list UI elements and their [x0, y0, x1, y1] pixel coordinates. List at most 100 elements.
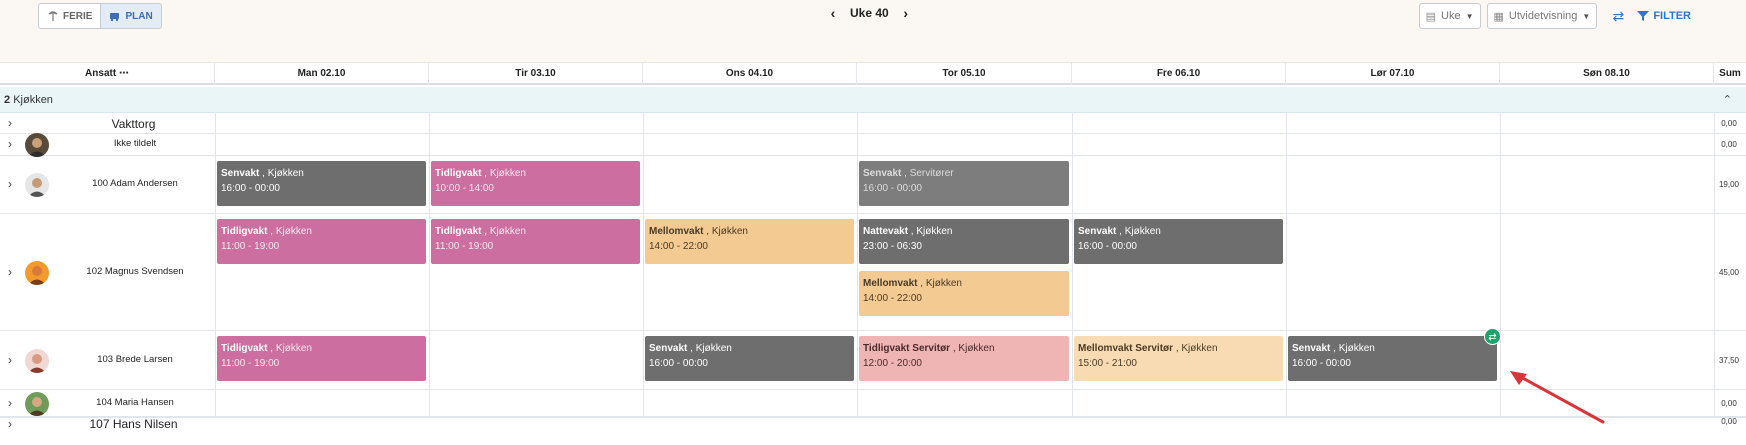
shift-title: Senvakt	[649, 343, 688, 354]
shift-time: 15:00 - 21:00	[1078, 358, 1137, 369]
shift-card[interactable]: Mellomvakt , Kjøkken 14:00 - 22:00	[859, 271, 1069, 316]
shift-time: 23:00 - 06:30	[863, 241, 922, 252]
chevron-down-icon: ▼	[1582, 11, 1591, 21]
avatar	[25, 173, 49, 197]
expand-chevron-icon[interactable]: ›	[8, 177, 12, 191]
shift-time: 12:00 - 20:00	[863, 358, 922, 369]
swap-icon[interactable]: ⇄	[1484, 328, 1501, 345]
shift-title-line: Mellomvakt Servitør , Kjøkken	[1078, 343, 1218, 354]
week-navigator: ‹ Uke 40 ›	[826, 5, 913, 21]
employee-name[interactable]: 107 Hans Nilsen	[36, 417, 231, 431]
shift-location: Kjøkken	[958, 343, 995, 354]
chevron-left-icon[interactable]: ‹	[826, 5, 840, 21]
shift-time: 14:00 - 22:00	[863, 293, 922, 304]
shift-location: Kjøkken	[1338, 343, 1375, 354]
row-sum: 0,00	[1721, 119, 1737, 128]
expand-chevron-icon[interactable]: ›	[8, 116, 12, 130]
shift-card[interactable]: Nattevakt , Kjøkken 23:00 - 06:30	[859, 219, 1069, 264]
shift-card[interactable]: Tidligvakt , Kjøkken 10:00 - 14:00	[431, 161, 640, 206]
employee-name[interactable]: 102 Magnus Svendsen	[55, 266, 215, 277]
shift-card[interactable]: Tidligvakt , Kjøkken 11:00 - 19:00	[217, 219, 426, 264]
more-icon[interactable]: ⋯	[119, 68, 129, 79]
day-header: Lør 07.10	[1286, 63, 1500, 85]
shift-card[interactable]: Senvakt , Kjøkken 16:00 - 00:00	[1288, 336, 1497, 381]
shuffle-icon[interactable]: ⇄	[1607, 8, 1629, 25]
shift-title: Mellomvakt	[863, 278, 918, 289]
annotation-arrow-icon	[1510, 371, 1605, 424]
shift-title-line: Tidligvakt Servitør , Kjøkken	[863, 343, 995, 354]
shift-time: 11:00 - 19:00	[221, 241, 280, 252]
shift-title: Tidligvakt	[435, 168, 482, 179]
day-header: Fre 06.10	[1072, 63, 1286, 85]
shift-card[interactable]: Mellomvakt Servitør , Kjøkken 15:00 - 21:…	[1074, 336, 1283, 381]
shift-title: Mellomvakt	[649, 226, 704, 237]
table-row: › 104 Maria Hansen 0,00	[0, 390, 1746, 417]
shift-title-line: Mellomvakt , Kjøkken	[649, 226, 748, 237]
shift-title: Senvakt	[221, 168, 260, 179]
shift-title: Tidligvakt	[435, 226, 482, 237]
shift-card[interactable]: Senvakt , Kjøkken 16:00 - 00:00	[645, 336, 854, 381]
expand-chevron-icon[interactable]: ›	[8, 265, 12, 279]
table-row: › 107 Hans Nilsen 0,00	[0, 417, 1746, 431]
view-select[interactable]: ▦ Utvidetvisning ▼	[1486, 3, 1598, 29]
row-sum: 0,00	[1721, 399, 1737, 408]
shift-card[interactable]: Tidligvakt , Kjøkken 11:00 - 19:00	[431, 219, 640, 264]
avatar	[25, 133, 49, 157]
shift-location: Kjøkken	[275, 226, 312, 237]
shift-title-line: Mellomvakt , Kjøkken	[863, 278, 962, 289]
filter-button[interactable]: FILTER	[1637, 10, 1691, 22]
view-select-value: Utvidetvisning	[1508, 10, 1578, 22]
view-controls: ▤ Uke ▼ ▦ Utvidetvisning ▼ ⇄ FILTER	[1418, 3, 1746, 29]
group-header-row[interactable]: 2 Kjøkken ⌃	[0, 87, 1746, 113]
day-header: Tir 03.10	[429, 63, 643, 85]
shift-title: Mellomvakt Servitør	[1078, 343, 1174, 354]
filter-icon	[1637, 11, 1650, 21]
shift-time: 11:00 - 19:00	[221, 358, 280, 369]
ferie-button[interactable]: FERIE	[39, 4, 100, 28]
employee-name[interactable]: Vakttorg	[36, 117, 231, 131]
chevron-down-icon: ▼	[1465, 11, 1474, 21]
shift-location: Servitører	[909, 168, 954, 179]
shift-card[interactable]: Senvakt , Kjøkken 16:00 - 00:00	[1074, 219, 1283, 264]
expand-chevron-icon[interactable]: ›	[8, 396, 12, 410]
employee-column-header[interactable]: Ansatt ⋯	[0, 63, 215, 85]
shift-title: Senvakt	[1292, 343, 1331, 354]
week-label: Uke 40	[850, 6, 889, 20]
row-sum: 0,00	[1721, 140, 1737, 149]
group-count: 2	[4, 94, 11, 106]
plan-button[interactable]: PLAN	[100, 4, 161, 28]
period-select[interactable]: ▤ Uke ▼	[1418, 3, 1481, 29]
shift-card[interactable]: Tidligvakt , Kjøkken 11:00 - 19:00	[217, 336, 426, 381]
filter-label: FILTER	[1653, 10, 1691, 22]
shift-card[interactable]: Tidligvakt Servitør , Kjøkken 12:00 - 20:…	[859, 336, 1069, 381]
shift-title: Senvakt	[863, 168, 902, 179]
shift-card[interactable]: Senvakt , Servitører 16:00 - 00:00	[859, 161, 1069, 206]
employee-name[interactable]: 104 Maria Hansen	[55, 397, 215, 408]
shift-card[interactable]: Mellomvakt , Kjøkken 14:00 - 22:00	[645, 219, 854, 264]
shift-time: 11:00 - 19:00	[435, 241, 494, 252]
ferie-label: FERIE	[63, 10, 93, 22]
day-header: Ons 04.10	[643, 63, 857, 85]
shift-location: Kjøkken	[916, 226, 953, 237]
expand-chevron-icon[interactable]: ›	[8, 353, 12, 367]
employee-name[interactable]: Ikke tildelt	[55, 138, 215, 149]
mode-toggle: FERIE PLAN	[38, 3, 162, 29]
day-header: Søn 08.10	[1500, 63, 1714, 85]
row-sum: 19,00	[1718, 180, 1740, 189]
shift-title-line: Nattevakt , Kjøkken	[863, 226, 953, 237]
expand-chevron-icon[interactable]: ›	[8, 417, 12, 431]
shift-location: Kjøkken	[1124, 226, 1161, 237]
group-name: Kjøkken	[13, 94, 53, 106]
shift-title: Nattevakt	[863, 226, 909, 237]
shift-time: 16:00 - 00:00	[649, 358, 708, 369]
employee-name[interactable]: 103 Brede Larsen	[55, 354, 215, 365]
expand-chevron-icon[interactable]: ›	[8, 137, 12, 151]
shift-location: Kjøkken	[925, 278, 962, 289]
shift-title-line: Senvakt , Servitører	[863, 168, 954, 179]
chevron-right-icon[interactable]: ›	[899, 5, 913, 21]
chevron-up-icon[interactable]: ⌃	[1723, 87, 1732, 113]
shift-card[interactable]: Senvakt , Kjøkken 16:00 - 00:00	[217, 161, 426, 206]
employee-name[interactable]: 100 Adam Andersen	[55, 178, 215, 189]
employee-column-label: Ansatt	[85, 68, 117, 79]
shift-time: 16:00 - 00:00	[863, 183, 922, 194]
